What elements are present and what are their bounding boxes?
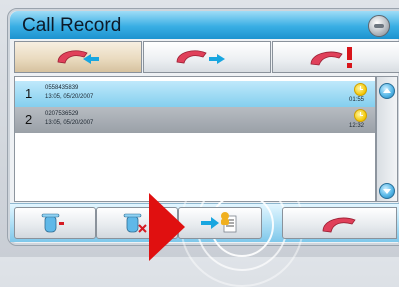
window-title: Call Record [22, 15, 122, 36]
clock-icon [354, 83, 367, 96]
dial-button[interactable] [282, 207, 397, 239]
scroll-down-button[interactable] [379, 183, 395, 199]
record-index: 2 [25, 112, 33, 127]
clock-icon [354, 109, 367, 122]
minimize-circle-icon[interactable] [368, 15, 390, 37]
pointer-arrow-icon [149, 193, 185, 261]
dial-phone-icon [322, 217, 356, 233]
record-number: 0558435839 [45, 85, 79, 91]
delete-record-icon [41, 213, 64, 233]
phone-incoming-icon [57, 50, 99, 64]
save-to-contacts-icon [201, 212, 237, 233]
tab-received-calls[interactable] [14, 41, 142, 73]
save-to-contacts-button[interactable] [178, 207, 262, 239]
title-bar: Call Record [10, 11, 399, 39]
record-datetime: 13:05, 05/20/2007 [45, 120, 94, 126]
scrollbar[interactable] [376, 76, 398, 202]
bottom-toolbar [10, 163, 399, 287]
phone-outgoing-icon [176, 50, 225, 64]
record-duration: 01:55 [349, 97, 365, 103]
tab-dialed-calls[interactable] [143, 41, 271, 73]
list-item[interactable]: 1 0558435839 13:05, 05/20/2007 01:55 [15, 81, 375, 107]
delete-record-button[interactable] [14, 207, 96, 239]
scroll-up-button[interactable] [379, 83, 395, 99]
record-number: 0207536529 [45, 111, 79, 117]
call-type-tabs [14, 41, 399, 73]
phone-missed-icon [310, 47, 352, 68]
record-index: 1 [25, 86, 33, 101]
record-duration: 12:32 [349, 123, 365, 129]
list-item[interactable]: 2 0207536529 13:05, 05/20/2007 12:32 [15, 107, 375, 133]
record-datetime: 13:05, 05/20/2007 [45, 94, 94, 100]
tab-missed-calls[interactable] [272, 41, 399, 73]
